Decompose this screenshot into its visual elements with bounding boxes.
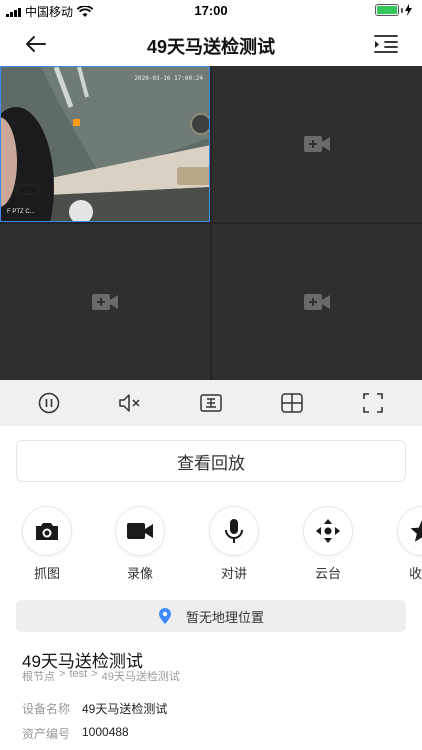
record-action[interactable]: 录像 (110, 506, 170, 582)
video-timestamp: 2020-03-16 17:00:24 (134, 75, 203, 82)
nav-bar: 49天马送检测试 (0, 22, 422, 66)
breadcrumb-item: 49天马送检测试 (101, 671, 180, 683)
location-pin-icon (158, 608, 171, 624)
action-row: 抓图 录像 对讲 云台 收 (0, 506, 422, 582)
mute-icon (119, 394, 140, 412)
talk-action[interactable]: 对讲 (204, 506, 264, 582)
video-cell-empty[interactable] (212, 224, 422, 380)
action-label: 对讲 (220, 566, 247, 581)
breadcrumb-item[interactable]: 根节点 (22, 668, 55, 684)
page-title: 49天马送检测试 (146, 37, 276, 57)
mute-button[interactable] (108, 385, 152, 421)
player-toolbar (0, 380, 422, 426)
status-right (375, 4, 412, 16)
location-text: 暂无地理位置 (185, 609, 264, 625)
video-add-icon (304, 136, 330, 152)
pause-icon (38, 392, 59, 414)
location-bar[interactable]: 暂无地理位置 (16, 600, 406, 632)
ptz-action[interactable]: 云台 (298, 506, 358, 582)
breadcrumb: 根节点 > test > 49天马送检测试 (22, 668, 180, 684)
fullscreen-icon (363, 393, 384, 413)
breadcrumb-item[interactable]: test (69, 668, 87, 684)
snapshot-action[interactable]: 抓图 (17, 506, 77, 582)
info-row-asset-number: 资产编号 1000488 (22, 725, 129, 742)
video-cell-empty[interactable] (0, 224, 210, 380)
info-value: 49天马送检测试 (82, 702, 168, 716)
back-button[interactable] (22, 30, 50, 58)
info-value: 1000488 (82, 725, 129, 739)
star-icon (410, 520, 422, 542)
status-time: 17:00 (194, 3, 228, 18)
info-row-device-name: 设备名称 49天马送检测试 (22, 700, 167, 717)
breadcrumb-separator: > (91, 668, 98, 680)
action-label: 录像 (126, 566, 153, 581)
info-key: 设备名称 (22, 702, 71, 716)
favorite-action[interactable]: 收藏 (392, 506, 422, 582)
camera-icon (36, 523, 58, 540)
breadcrumb-separator: > (59, 668, 66, 680)
video-cell-active[interactable]: 2020-03-16 17:00:24 F PTZ C... (0, 66, 210, 222)
menu-button[interactable] (372, 30, 400, 58)
fullscreen-button[interactable] (351, 385, 395, 421)
microphone-icon (225, 519, 243, 543)
view-playback-button[interactable]: 查看回放 (16, 440, 406, 482)
video-cell-empty[interactable] (212, 66, 422, 222)
video-grid: 2020-03-16 17:00:24 F PTZ C... (0, 66, 422, 380)
action-label: 云台 (314, 566, 341, 581)
stream-switch-button[interactable] (189, 385, 233, 421)
status-bar: 中国移动 17:00 (0, 0, 422, 22)
video-add-icon (92, 294, 118, 310)
arrow-left-icon (26, 36, 46, 52)
layout-button[interactable] (270, 385, 314, 421)
video-record-icon (127, 523, 153, 539)
main-stream-icon (200, 394, 222, 412)
video-add-icon (304, 294, 330, 310)
grid-layout-icon (281, 393, 303, 413)
ptz-arrows-icon (316, 519, 340, 543)
battery-icon (375, 4, 399, 16)
charging-icon (405, 4, 412, 16)
video-frame (1, 67, 209, 221)
pause-button[interactable] (27, 385, 71, 421)
action-label: 收藏 (408, 566, 422, 581)
action-label: 抓图 (33, 566, 60, 581)
info-key: 资产编号 (22, 727, 71, 741)
list-indent-icon (374, 35, 398, 53)
camera-label: F PTZ C... (7, 209, 35, 215)
